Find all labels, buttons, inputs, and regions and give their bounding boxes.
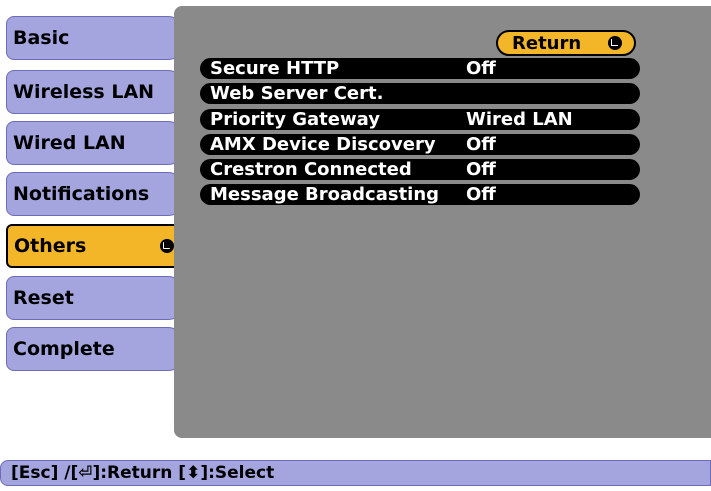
setting-value: Wired LAN [466,109,573,130]
return-button-label: Return [512,32,582,54]
nav-item-label: Complete [13,338,115,360]
nav-item-basic[interactable]: Basic [6,16,184,60]
status-bar: [Esc] /[⏎]:Return [⬍]:Select [0,460,711,486]
status-bar-text: [Esc] /[⏎]:Return [⬍]:Select [11,463,275,483]
return-button[interactable]: Return [496,30,636,56]
setting-row-crestron-connected[interactable]: Crestron Connected Off [200,159,640,180]
nav-item-reset[interactable]: Reset [6,276,184,320]
nav-item-label: Notifications [13,183,150,205]
nav-item-label: Reset [13,287,74,309]
enter-icon [160,239,174,253]
setting-row-secure-http[interactable]: Secure HTTP Off [200,58,640,79]
setting-value: Off [466,134,496,155]
setting-row-message-broadcasting[interactable]: Message Broadcasting Off [200,184,640,205]
setting-label: AMX Device Discovery [210,134,436,155]
setting-label: Message Broadcasting [210,184,440,205]
sidebar-nav: Basic Wireless LAN Wired LAN Notificatio… [0,0,190,440]
setting-value: Off [466,58,496,79]
nav-item-wired-lan[interactable]: Wired LAN [6,121,184,165]
nav-item-others[interactable]: Others [6,224,184,268]
setting-row-amx-device-discovery[interactable]: AMX Device Discovery Off [200,134,640,155]
setting-label: Secure HTTP [210,58,340,79]
nav-item-label: Basic [13,27,70,49]
nav-item-wireless-lan[interactable]: Wireless LAN [6,70,184,114]
setting-value: Off [466,184,496,205]
setting-value: Off [466,159,496,180]
setting-row-web-server-cert[interactable]: Web Server Cert. [200,83,640,104]
nav-item-label: Wireless LAN [13,81,155,103]
nav-item-notifications[interactable]: Notifications [6,172,184,216]
setting-label: Priority Gateway [210,109,380,130]
nav-item-label: Others [14,235,87,257]
setting-label: Crestron Connected [210,159,412,180]
nav-item-label: Wired LAN [13,132,126,154]
enter-icon [608,36,622,50]
nav-item-complete[interactable]: Complete [6,327,184,371]
setting-row-priority-gateway[interactable]: Priority Gateway Wired LAN [200,109,640,130]
setting-label: Web Server Cert. [210,83,384,104]
